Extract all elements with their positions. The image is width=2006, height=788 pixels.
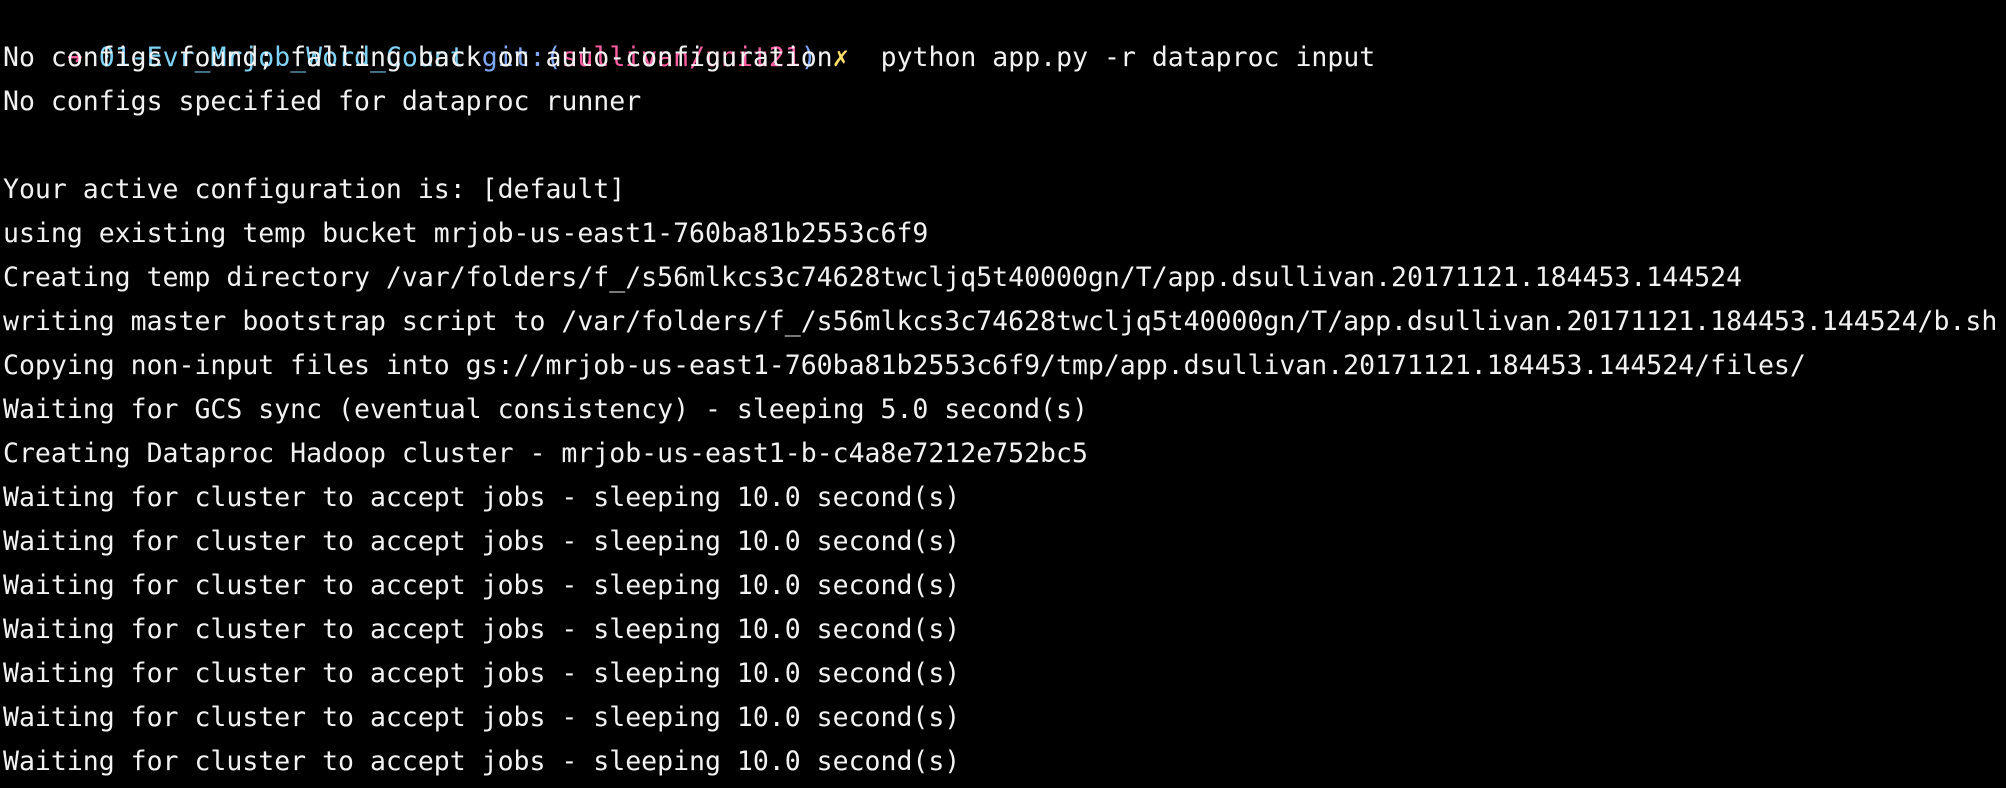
- output-line: Copying non-input files into gs://mrjob-…: [3, 350, 1806, 381]
- dirty-marker-icon: ✗: [832, 42, 849, 73]
- output-line: Waiting for cluster to accept jobs - sle…: [3, 570, 961, 601]
- output-line: Waiting for GCS sync (eventual consisten…: [3, 394, 1088, 425]
- output-line: No configs found; falling back on auto-c…: [3, 42, 833, 73]
- output-line: Waiting for cluster to accept jobs - sle…: [3, 746, 961, 777]
- output-line: Your active configuration is: [default]: [3, 174, 626, 205]
- output-line: Waiting for cluster to accept jobs - sle…: [3, 526, 961, 557]
- output-line: Waiting for cluster to accept jobs - sle…: [3, 482, 961, 513]
- output-line: writing master bootstrap script to /var/…: [3, 306, 1998, 337]
- output-line: Waiting for cluster to accept jobs - sle…: [3, 658, 961, 689]
- output-line: Waiting for cluster to accept jobs - sle…: [3, 702, 961, 733]
- entered-command: python app.py -r dataproc input: [880, 42, 1376, 73]
- terminal-window[interactable]: ➜ 01-Evr_Mrjob_Word_Count git:(sullivan/…: [0, 0, 2006, 788]
- output-line: Creating Dataproc Hadoop cluster - mrjob…: [3, 438, 1088, 469]
- output-line: using existing temp bucket mrjob-us-east…: [3, 218, 929, 249]
- output-line: No configs specified for dataproc runner: [3, 86, 642, 117]
- output-line: Creating temp directory /var/folders/f_/…: [3, 262, 1743, 293]
- prompt-line: ➜ 01-Evr_Mrjob_Word_Count git:(sullivan/…: [3, 0, 1375, 73]
- output-line: Waiting for cluster to accept jobs - sle…: [3, 614, 961, 645]
